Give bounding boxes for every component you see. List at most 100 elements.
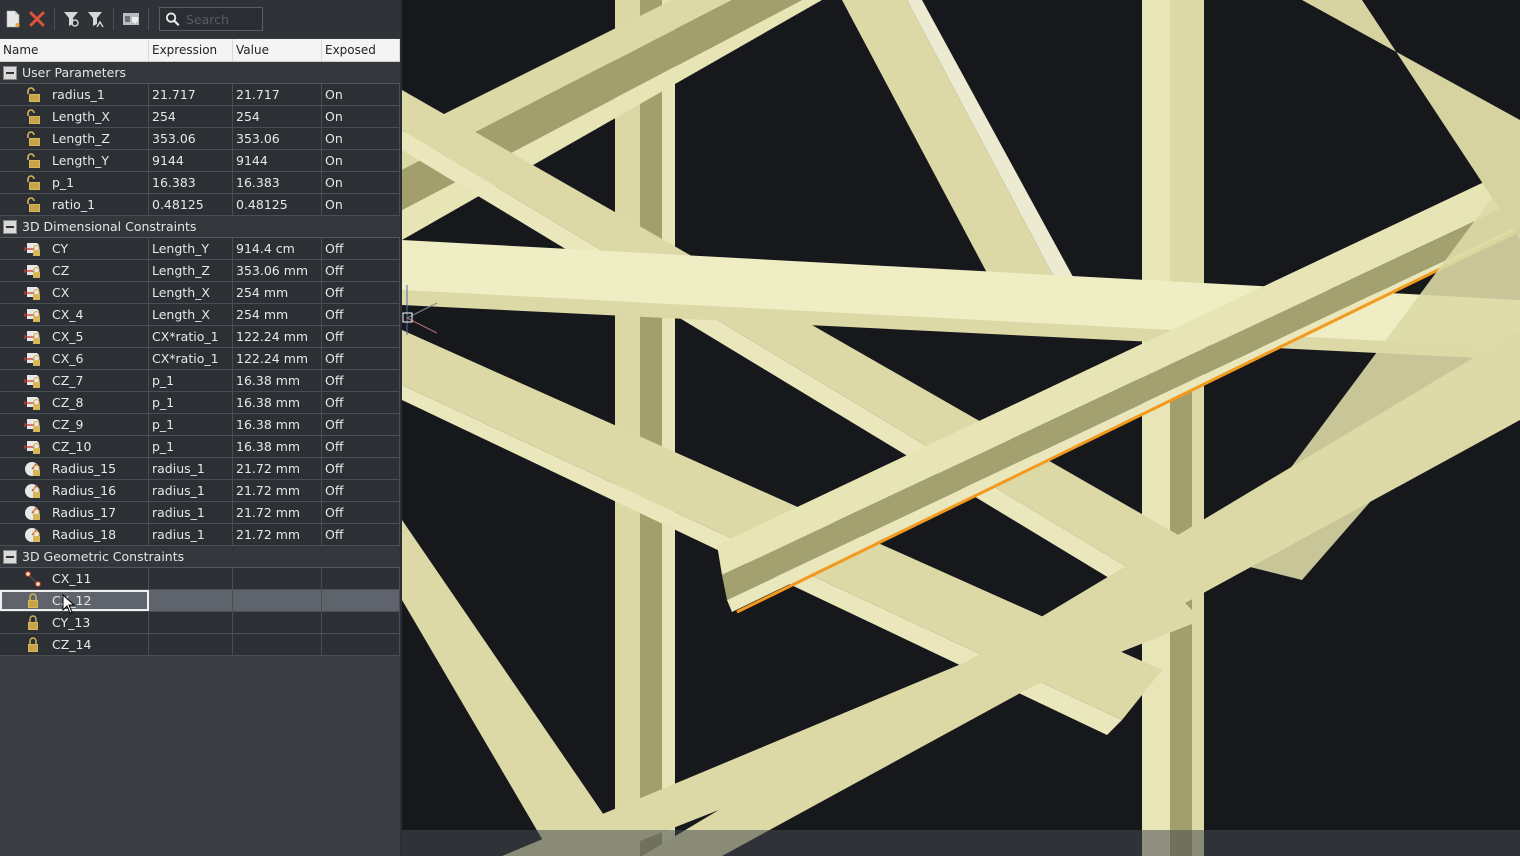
table-row[interactable]: CZ_14: [0, 634, 400, 656]
cell-exposed[interactable]: [322, 590, 400, 611]
cell-name[interactable]: CX_11: [0, 568, 149, 589]
cell-name[interactable]: Length_Y: [0, 150, 149, 171]
cell-exposed[interactable]: Off: [322, 348, 400, 369]
cell-expression[interactable]: Length_X: [149, 282, 233, 303]
cell-name[interactable]: Radius_18: [0, 524, 149, 545]
cell-exposed[interactable]: [322, 634, 400, 655]
cell-exposed[interactable]: Off: [322, 458, 400, 479]
cell-name[interactable]: Radius_16: [0, 480, 149, 501]
column-header-value[interactable]: Value: [233, 39, 322, 61]
table-row[interactable]: CZ_7 p_1 16.38 mm Off: [0, 370, 400, 392]
table-row[interactable]: CX_5 CX*ratio_1 122.24 mm Off: [0, 326, 400, 348]
cell-exposed[interactable]: Off: [322, 524, 400, 545]
viewport-horizontal-scrollbar[interactable]: [402, 830, 1520, 856]
cell-value[interactable]: 16.38 mm: [233, 370, 322, 391]
cell-expression[interactable]: 16.383: [149, 172, 233, 193]
group-header[interactable]: 3D Geometric Constraints: [0, 546, 400, 568]
manage-button[interactable]: [120, 8, 142, 30]
cell-value[interactable]: 353.06: [233, 128, 322, 149]
table-row[interactable]: Length_X 254 254 On: [0, 106, 400, 128]
table-row[interactable]: Radius_16 radius_1 21.72 mm Off: [0, 480, 400, 502]
cell-exposed[interactable]: Off: [322, 414, 400, 435]
table-row[interactable]: Radius_18 radius_1 21.72 mm Off: [0, 524, 400, 546]
cell-value[interactable]: 0.48125: [233, 194, 322, 215]
table-row[interactable]: CZ_10 p_1 16.38 mm Off: [0, 436, 400, 458]
group-header[interactable]: User Parameters: [0, 62, 400, 84]
table-row[interactable]: CZ Length_Z 353.06 mm Off: [0, 260, 400, 282]
cell-name[interactable]: CZ_10: [0, 436, 149, 457]
cell-value[interactable]: 21.72 mm: [233, 502, 322, 523]
table-row[interactable]: CX Length_X 254 mm Off: [0, 282, 400, 304]
table-row[interactable]: CZ_8 p_1 16.38 mm Off: [0, 392, 400, 414]
cell-expression[interactable]: CX*ratio_1: [149, 348, 233, 369]
table-row[interactable]: CZ_9 p_1 16.38 mm Off: [0, 414, 400, 436]
table-row[interactable]: ratio_1 0.48125 0.48125 On: [0, 194, 400, 216]
cell-value[interactable]: [233, 634, 322, 655]
cell-value[interactable]: [233, 612, 322, 633]
cell-expression[interactable]: [149, 612, 233, 633]
cell-expression[interactable]: 0.48125: [149, 194, 233, 215]
cell-name[interactable]: CX_6: [0, 348, 149, 369]
cell-exposed[interactable]: [322, 612, 400, 633]
cell-value[interactable]: 21.717: [233, 84, 322, 105]
collapse-toggle-icon[interactable]: [3, 65, 17, 80]
cell-name[interactable]: CZ_9: [0, 414, 149, 435]
column-header-name[interactable]: Name: [0, 39, 149, 61]
cell-name[interactable]: CX_5: [0, 326, 149, 347]
cell-exposed[interactable]: Off: [322, 238, 400, 259]
cell-exposed[interactable]: Off: [322, 502, 400, 523]
cell-exposed[interactable]: Off: [322, 282, 400, 303]
cell-expression[interactable]: 353.06: [149, 128, 233, 149]
cell-expression[interactable]: [149, 568, 233, 589]
table-row[interactable]: p_1 16.383 16.383 On: [0, 172, 400, 194]
cell-expression[interactable]: [149, 634, 233, 655]
cell-name[interactable]: CX_12: [0, 590, 149, 611]
cell-expression[interactable]: 9144: [149, 150, 233, 171]
table-row[interactable]: Length_Z 353.06 353.06 On: [0, 128, 400, 150]
column-header-expression[interactable]: Expression: [149, 39, 233, 61]
cell-name[interactable]: Radius_17: [0, 502, 149, 523]
cell-expression[interactable]: Length_Y: [149, 238, 233, 259]
cell-expression[interactable]: [149, 590, 233, 611]
cell-expression[interactable]: radius_1: [149, 502, 233, 523]
table-row[interactable]: radius_1 21.717 21.717 On: [0, 84, 400, 106]
cell-expression[interactable]: CX*ratio_1: [149, 326, 233, 347]
cell-expression[interactable]: p_1: [149, 414, 233, 435]
table-row[interactable]: CX_4 Length_X 254 mm Off: [0, 304, 400, 326]
cell-exposed[interactable]: On: [322, 84, 400, 105]
collapse-toggle-icon[interactable]: [3, 549, 17, 564]
column-header-exposed[interactable]: Exposed: [322, 39, 400, 61]
cell-value[interactable]: [233, 590, 322, 611]
cell-exposed[interactable]: On: [322, 194, 400, 215]
cell-value[interactable]: 122.24 mm: [233, 348, 322, 369]
cell-name[interactable]: ratio_1: [0, 194, 149, 215]
cell-exposed[interactable]: Off: [322, 392, 400, 413]
cell-value[interactable]: 21.72 mm: [233, 480, 322, 501]
cell-name[interactable]: CZ_7: [0, 370, 149, 391]
cell-value[interactable]: 353.06 mm: [233, 260, 322, 281]
cell-name[interactable]: radius_1: [0, 84, 149, 105]
cell-name[interactable]: CX_4: [0, 304, 149, 325]
filter-button[interactable]: [61, 8, 83, 30]
3d-model-viewport[interactable]: [402, 0, 1520, 856]
cell-expression[interactable]: Length_X: [149, 304, 233, 325]
cell-expression[interactable]: p_1: [149, 392, 233, 413]
cell-name[interactable]: CZ_14: [0, 634, 149, 655]
cell-expression[interactable]: radius_1: [149, 458, 233, 479]
cell-exposed[interactable]: Off: [322, 304, 400, 325]
cell-exposed[interactable]: On: [322, 106, 400, 127]
table-row[interactable]: CX_6 CX*ratio_1 122.24 mm Off: [0, 348, 400, 370]
cell-expression[interactable]: p_1: [149, 370, 233, 391]
cell-name[interactable]: p_1: [0, 172, 149, 193]
table-row[interactable]: Radius_17 radius_1 21.72 mm Off: [0, 502, 400, 524]
cell-value[interactable]: 254: [233, 106, 322, 127]
cell-value[interactable]: [233, 568, 322, 589]
cell-name[interactable]: Length_X: [0, 106, 149, 127]
cell-value[interactable]: 16.38 mm: [233, 392, 322, 413]
cell-expression[interactable]: 21.717: [149, 84, 233, 105]
cell-name[interactable]: CY_13: [0, 612, 149, 633]
cell-value[interactable]: 254 mm: [233, 282, 322, 303]
cell-exposed[interactable]: On: [322, 172, 400, 193]
cell-name[interactable]: CX: [0, 282, 149, 303]
table-row[interactable]: CY Length_Y 914.4 cm Off: [0, 238, 400, 260]
